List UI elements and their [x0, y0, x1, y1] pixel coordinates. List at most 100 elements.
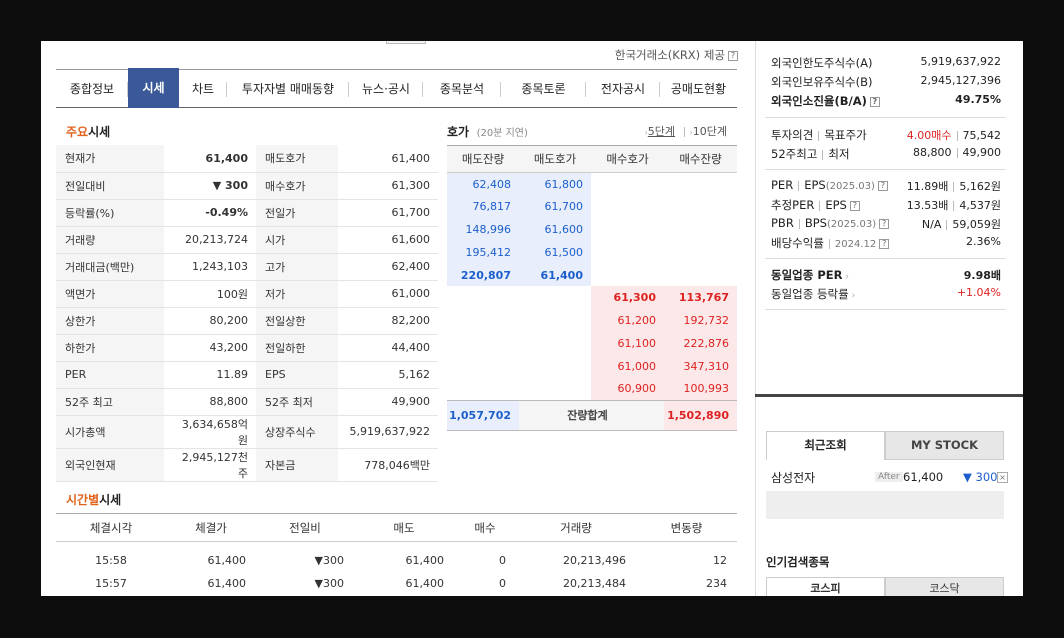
close-icon[interactable]: × [997, 472, 1008, 483]
label: 52주최고 [771, 147, 818, 161]
chevron-right-icon: › [848, 291, 856, 301]
value: N/A [921, 218, 942, 231]
quote-value: -0.49% [164, 199, 256, 227]
quote-label: 매수호가 [256, 172, 338, 200]
w52-row: 52주최고 최저 88,800 49,900 [771, 146, 1001, 165]
divider [765, 309, 1006, 310]
divider [765, 117, 1006, 118]
label: 최저 [828, 147, 850, 161]
time-cell-sell: 61,400 [405, 553, 445, 567]
recent-item[interactable]: 삼성전자 After 61,400 ▼ 300 × [771, 469, 1008, 487]
label: 외국인소진율(B/A) [771, 94, 867, 108]
quote-label: 전일가 [256, 199, 338, 227]
empty-cell [664, 173, 737, 196]
hoga-delay: (20분 지연) [476, 128, 528, 139]
hoga-10-levels[interactable]: 10단계 [693, 125, 727, 138]
help-icon[interactable]: ? [728, 50, 738, 61]
tab-disclosure[interactable]: 전자공시 [586, 70, 660, 108]
value: 4,537원 [959, 199, 1001, 212]
sector-per-row[interactable]: 동일업종 PER › 9.98배 [771, 267, 1001, 286]
quote-label: 시가 [256, 226, 338, 254]
quote-value: 88,800 [164, 388, 256, 416]
empty-cell [591, 218, 664, 241]
popular-title: 인기검색종목 [766, 555, 830, 569]
main-content: 한국거래소(KRX) 제공? 종합정보 시세 차트 투자자별 매매동향 뉴스·공… [41, 41, 755, 596]
quote-value: 80,200 [164, 306, 256, 335]
bid-row: 61,100 222,876 [447, 332, 737, 355]
tab-news[interactable]: 뉴스·공시 [349, 70, 423, 108]
value: 5,162원 [959, 180, 1001, 193]
empty-cell [447, 355, 519, 378]
bid-price: 61,300 [591, 286, 664, 310]
data-source: 한국거래소(KRX) 제공? [615, 47, 738, 63]
label: 동일업종 PER [771, 268, 843, 282]
tab-mystock[interactable]: MY STOCK [885, 431, 1004, 460]
bid-price: 61,200 [591, 309, 664, 333]
tab-discussion[interactable]: 종목토론 [501, 70, 586, 108]
stock-name[interactable]: 삼성전자 [771, 471, 815, 485]
ask-row: 76,817 61,700 [447, 195, 737, 219]
page: 한국거래소(KRX) 제공? 종합정보 시세 차트 투자자별 매매동향 뉴스·공… [41, 41, 1023, 596]
ask-row: 62,408 61,800 [447, 172, 737, 196]
quote-value: 49,900 [338, 388, 438, 416]
tab-quote[interactable]: 시세 [128, 68, 179, 108]
empty-cell [519, 332, 591, 355]
quote-value: 61,400 [338, 145, 438, 173]
quote-row: 외국인현재 2,945,127천주 자본금 778,046백만 [56, 448, 438, 482]
quote-label: 거래량 [56, 226, 164, 254]
time-cell-volume: 20,213,484 [563, 576, 626, 590]
divider [798, 180, 800, 191]
quote-label: PER [56, 361, 164, 389]
main-quote-table: 현재가 61,400 매도호가 61,400 전일대비 ▼ 300 매수호가 61,300 등락… [56, 145, 438, 482]
time-row: 15:57 61,400 ▼300 61,400 0 20,213,484 234 [56, 572, 737, 595]
divider [765, 169, 1006, 170]
tab-bar: 종합정보 시세 차트 투자자별 매매동향 뉴스·공시 종목분석 종목토론 전자공… [56, 68, 737, 108]
quote-row: 전일대비 ▼ 300 매수호가 61,300 [56, 172, 438, 200]
collapse-handle[interactable] [386, 41, 426, 44]
est-per-row: 추정PER EPS? 13.53배 4,537원 [771, 197, 1001, 216]
total-bid: 1,502,890 [664, 399, 737, 431]
divider [683, 127, 685, 137]
help-icon[interactable]: ? [879, 218, 890, 229]
help-icon[interactable]: ? [877, 180, 888, 191]
help-icon[interactable]: ? [869, 96, 880, 107]
quote-value: 100원 [164, 280, 256, 308]
divider [953, 182, 955, 192]
tab-overview[interactable]: 종합정보 [56, 70, 128, 108]
help-icon[interactable]: ? [879, 238, 890, 249]
time-cell-buy: 0 [499, 576, 506, 590]
tab-kospi[interactable]: 코스피 [766, 577, 885, 596]
tab-kosdaq[interactable]: 코스닥 [885, 577, 1004, 596]
tab-analysis[interactable]: 종목분석 [423, 70, 501, 108]
quote-row: 하한가 43,200 전일하한 44,400 [56, 334, 438, 362]
label: 추정PER [771, 198, 815, 212]
ask-qty: 195,412 [447, 240, 519, 264]
quote-label: 상장주식수 [256, 415, 338, 449]
value: 88,800 [913, 146, 952, 159]
empty-cell [664, 195, 737, 218]
quote-value: 62,400 [338, 253, 438, 281]
divider [946, 220, 948, 230]
empty-cell [519, 355, 591, 378]
empty-cell [664, 241, 737, 264]
tab-investor[interactable]: 투자자별 매매동향 [227, 70, 349, 108]
tab-recent[interactable]: 최근조회 [766, 431, 885, 460]
hoga-col-header: 매수호가 [591, 145, 664, 173]
tab-short-selling[interactable]: 공매도현황 [660, 70, 737, 108]
quote-row: 현재가 61,400 매도호가 61,400 [56, 145, 438, 173]
quote-label: 전일상한 [256, 306, 338, 335]
empty-cell [447, 286, 519, 309]
help-icon[interactable]: ? [849, 200, 860, 211]
hoga-5-levels[interactable]: 5단계 [648, 125, 675, 138]
time-cell-price: 61,400 [207, 553, 247, 567]
time-cell-volume: 20,213,496 [563, 553, 626, 567]
label: 외국인보유주식수(B) [771, 75, 873, 89]
empty-cell [447, 309, 519, 332]
time-col-header: 체결시각 [56, 513, 166, 542]
label: PBR [771, 216, 794, 230]
tab-chart[interactable]: 차트 [179, 70, 227, 108]
sector-change-row[interactable]: 동일업종 등락률 › +1.04% [771, 286, 1001, 305]
time-col-header: 매도 [354, 513, 454, 542]
ask-qty: 62,408 [447, 172, 519, 196]
quote-label: 전일대비 [56, 172, 164, 200]
